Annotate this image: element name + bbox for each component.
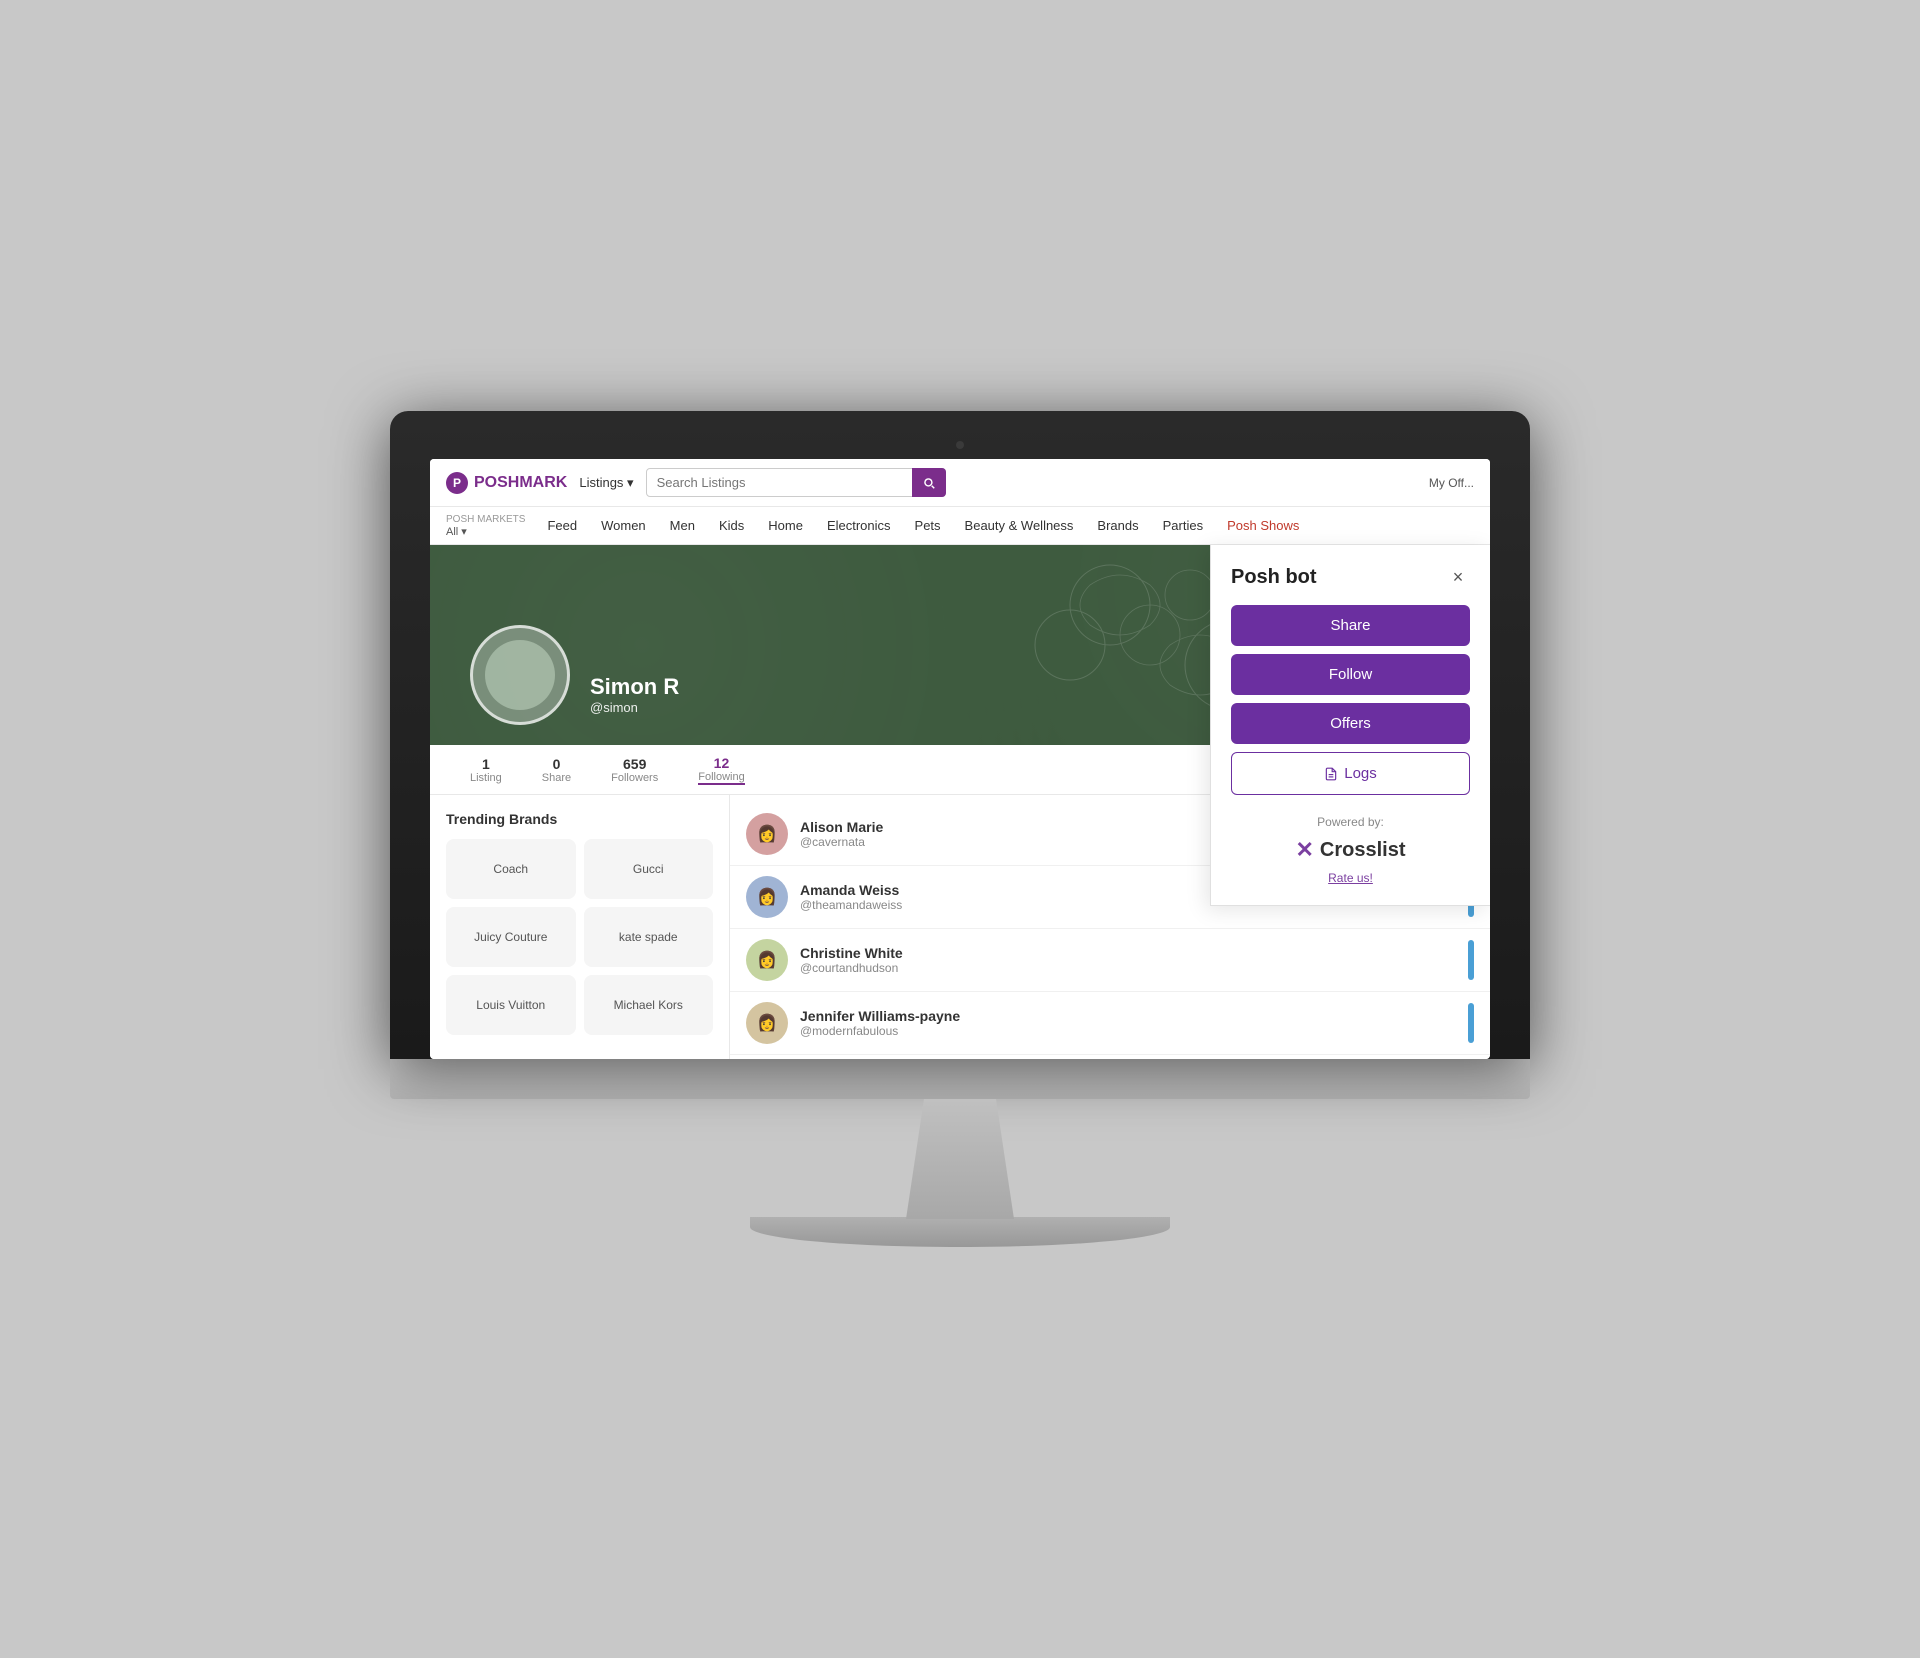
browser-content: P POSHMARK Listings ▾ (430, 459, 1490, 1059)
profile-name-area: Simon R @simon (590, 674, 679, 715)
brands-sidebar: Trending Brands Coach Gucci Juicy Coutur… (430, 795, 730, 1059)
rate-us-link[interactable]: Rate us! (1231, 871, 1470, 885)
avatar-inner (485, 640, 555, 710)
followers-label: Followers (611, 772, 658, 784)
search-button[interactable] (912, 468, 946, 497)
brand-michael-kors[interactable]: Michael Kors (584, 975, 714, 1035)
nav-electronics[interactable]: Electronics (817, 507, 901, 545)
avatar: 👩 (746, 939, 788, 981)
nav-home[interactable]: Home (758, 507, 813, 545)
screen-bezel: P POSHMARK Listings ▾ (390, 411, 1530, 1059)
logo-text: POSHMARK (474, 474, 567, 492)
trending-brands-title: Trending Brands (446, 811, 713, 827)
following-indicator (1468, 1003, 1474, 1043)
offers-button[interactable]: Offers (1231, 703, 1470, 744)
close-button[interactable]: × (1446, 565, 1470, 589)
stand-base (750, 1217, 1170, 1247)
nav-beauty[interactable]: Beauty & Wellness (955, 507, 1084, 545)
nav-feed[interactable]: Feed (537, 507, 587, 545)
logo-icon: P (446, 472, 468, 494)
listings-dropdown[interactable]: Listings ▾ (579, 475, 633, 491)
stat-following[interactable]: 12 Following (698, 755, 744, 785)
powered-by-label: Powered by: (1231, 815, 1470, 829)
avatar: 👩 (746, 813, 788, 855)
brand-louis-vuitton[interactable]: Louis Vuitton (446, 975, 576, 1035)
list-item[interactable]: 👩 Lyann Chhay @lilyann (730, 1055, 1490, 1059)
following-indicator (1468, 940, 1474, 980)
following-info: Jennifer Williams-payne @modernfabulous (800, 1008, 1456, 1038)
posh-markets[interactable]: POSH MARKETS All ▾ (446, 514, 525, 538)
nav-brands[interactable]: Brands (1087, 507, 1148, 545)
logs-icon (1324, 767, 1338, 781)
list-item[interactable]: 👩 Jennifer Williams-payne @modernfabulou… (730, 992, 1490, 1055)
crosslist-logo: ✕ Crosslist (1231, 837, 1470, 863)
following-handle: @modernfabulous (800, 1024, 1456, 1038)
stand-neck (870, 1099, 1050, 1219)
share-count: 0 (553, 756, 561, 772)
brand-kate-spade[interactable]: kate spade (584, 907, 714, 967)
secondary-navigation: POSH MARKETS All ▾ Feed Women Men Kids H… (430, 507, 1490, 545)
list-item[interactable]: 👩 Christine White @courtandhudson (730, 929, 1490, 992)
brands-grid: Coach Gucci Juicy Couture kate spade Lou… (446, 839, 713, 1035)
brand-coach[interactable]: Coach (446, 839, 576, 899)
brand-gucci[interactable]: Gucci (584, 839, 714, 899)
posh-bot-header: Posh bot × (1231, 565, 1470, 589)
profile-avatar (470, 625, 570, 725)
nav-men[interactable]: Men (660, 507, 705, 545)
listings-label: Listing (470, 772, 502, 784)
nav-women[interactable]: Women (591, 507, 656, 545)
imac-chin (390, 1059, 1530, 1099)
profile-display-name: Simon R (590, 674, 679, 700)
followers-count: 659 (623, 756, 646, 772)
following-label: Following (698, 771, 744, 783)
share-label: Share (542, 772, 571, 784)
avatar: 👩 (746, 876, 788, 918)
logs-button[interactable]: Logs (1231, 752, 1470, 795)
listings-count: 1 (482, 756, 490, 772)
powered-by-section: Powered by: ✕ Crosslist Rate us! (1231, 815, 1470, 885)
crosslist-x-icon: ✕ (1295, 837, 1313, 863)
search-icon (922, 476, 936, 490)
following-name: Christine White (800, 945, 1456, 961)
posh-bot-title: Posh bot (1231, 566, 1317, 589)
camera (956, 441, 964, 449)
stat-listings[interactable]: 1 Listing (470, 756, 502, 784)
nav-kids[interactable]: Kids (709, 507, 754, 545)
following-count: 12 (714, 755, 730, 771)
following-info: Christine White @courtandhudson (800, 945, 1456, 975)
avatar: 👩 (746, 1002, 788, 1044)
following-name: Jennifer Williams-payne (800, 1008, 1456, 1024)
nav-parties[interactable]: Parties (1153, 507, 1213, 545)
brand-juicy-couture[interactable]: Juicy Couture (446, 907, 576, 967)
posh-bot-panel: Posh bot × Share Follow Offers (1210, 545, 1490, 906)
crosslist-text: Crosslist (1320, 839, 1406, 862)
poshmark-logo: P POSHMARK (446, 472, 567, 494)
my-offers[interactable]: My Off... (1429, 476, 1474, 490)
follow-button[interactable]: Follow (1231, 654, 1470, 695)
stat-share[interactable]: 0 Share (542, 756, 571, 784)
search-input[interactable] (646, 468, 946, 497)
share-button[interactable]: Share (1231, 605, 1470, 646)
search-bar (646, 468, 946, 497)
nav-posh-shows[interactable]: Posh Shows (1217, 507, 1309, 545)
following-handle: @courtandhudson (800, 961, 1456, 975)
top-navigation: P POSHMARK Listings ▾ (430, 459, 1490, 507)
browser-screen: P POSHMARK Listings ▾ (430, 459, 1490, 1059)
imac-computer: P POSHMARK Listings ▾ (390, 411, 1530, 1247)
nav-pets[interactable]: Pets (905, 507, 951, 545)
stat-followers[interactable]: 659 Followers (611, 756, 658, 784)
profile-username: @simon (590, 700, 679, 715)
